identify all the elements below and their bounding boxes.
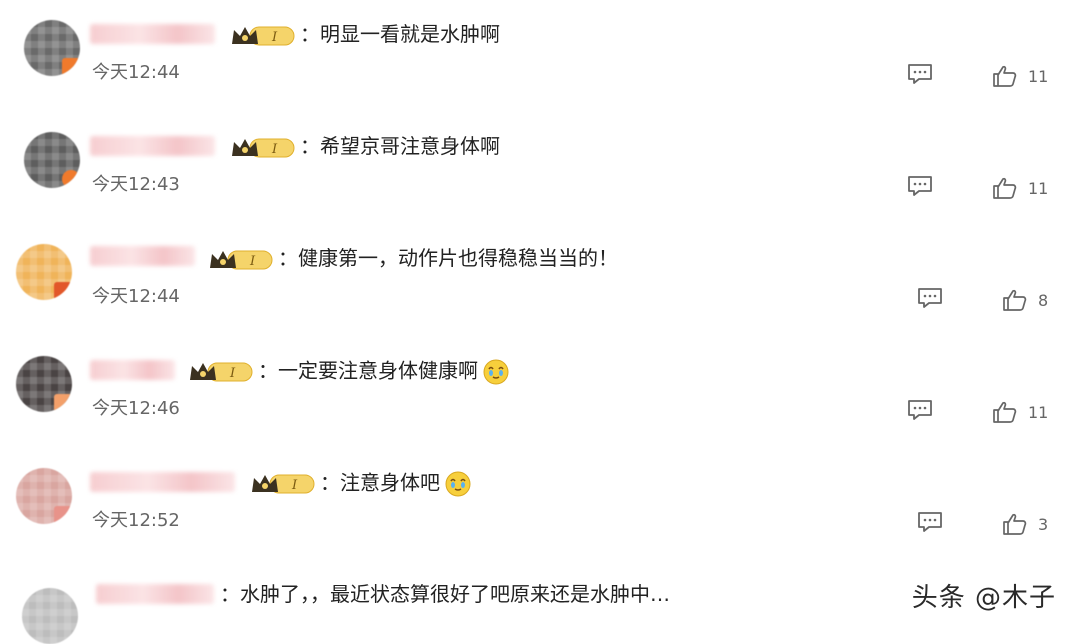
comment-time: 今天12:44 — [92, 286, 180, 307]
thumbs-up-icon — [1003, 289, 1027, 311]
avatar[interactable] — [24, 132, 80, 188]
comment-item: I ：注意身体吧 今天12:52 3 — [0, 448, 1080, 560]
comment-text: ：明显一看就是水肿啊 — [300, 22, 500, 46]
comment-text: ：水肿了，，最近状态算很好了吧原来还是水肿中… — [220, 582, 670, 606]
cute-face-emoji-icon — [483, 359, 509, 385]
like-button[interactable]: 8 — [1002, 288, 1048, 312]
avatar-badge — [62, 58, 80, 76]
like-button[interactable]: 11 — [992, 400, 1048, 424]
avatar[interactable] — [16, 244, 72, 300]
comment-reply-icon[interactable] — [906, 174, 934, 198]
comment-reply-icon[interactable] — [916, 510, 944, 534]
avatar[interactable] — [16, 356, 72, 412]
crown-level-text: I — [291, 478, 298, 493]
avatar-badge — [62, 170, 80, 188]
crown-level-badge-icon: I — [232, 26, 295, 46]
comment-time: 今天12:43 — [92, 174, 180, 195]
crown-level-text: I — [271, 142, 278, 157]
username-blurred[interactable] — [96, 584, 214, 604]
crown-level-badge-icon: I — [210, 250, 273, 270]
comment-text: ：注意身体吧 — [320, 470, 472, 498]
comment-time: 今天12:52 — [92, 510, 180, 531]
comment-text: ：希望京哥注意身体啊 — [300, 134, 500, 158]
crown-level-text: I — [229, 366, 236, 381]
like-count: 3 — [1038, 514, 1049, 534]
comment-item: I ：明显一看就是水肿啊 今天12:44 11 — [0, 0, 1080, 112]
thumbs-up-icon — [993, 177, 1017, 199]
username-blurred[interactable] — [90, 24, 215, 44]
crown-level-badge-icon: I — [232, 138, 295, 158]
comment-item: I ：一定要注意身体健康啊 今天12:46 11 — [0, 336, 1080, 448]
username-blurred[interactable] — [90, 246, 195, 266]
comment-reply-icon[interactable] — [906, 62, 934, 86]
like-button[interactable]: 3 — [1002, 512, 1048, 536]
thumbs-up-icon — [1003, 513, 1027, 535]
cute-face-emoji-icon — [445, 471, 471, 497]
comment-text-content: ：注意身体吧 — [320, 470, 440, 495]
comment-text: ：一定要注意身体健康啊 — [258, 358, 510, 386]
thumbs-up-icon — [993, 401, 1017, 423]
avatar-badge — [54, 282, 72, 300]
crown-level-text: I — [249, 254, 256, 269]
comment-text-content: ：一定要注意身体健康啊 — [258, 358, 478, 383]
avatar[interactable] — [16, 468, 72, 524]
comment-reply-icon[interactable] — [916, 286, 944, 310]
comment-time: 今天12:46 — [92, 398, 180, 419]
watermark: 头条 @木子 — [911, 583, 1056, 613]
like-count: 11 — [1028, 178, 1049, 198]
like-button[interactable]: 11 — [992, 64, 1048, 88]
thumbs-up-icon — [993, 65, 1017, 87]
username-blurred[interactable] — [90, 472, 235, 492]
avatar[interactable] — [24, 20, 80, 76]
comment-time: 今天12:44 — [92, 62, 180, 83]
comment-text: ：健康第一，动作片也得稳稳当当的！ — [278, 246, 618, 270]
like-count: 8 — [1038, 290, 1049, 310]
comment-item: I ：希望京哥注意身体啊 今天12:43 11 — [0, 112, 1080, 224]
crown-level-text: I — [271, 30, 278, 45]
avatar-badge — [54, 506, 72, 524]
avatar[interactable] — [22, 588, 78, 644]
comment-reply-icon[interactable] — [906, 398, 934, 422]
crown-level-badge-icon: I — [190, 362, 253, 382]
username-blurred[interactable] — [90, 136, 215, 156]
avatar-badge — [54, 394, 72, 412]
like-count: 11 — [1028, 402, 1049, 422]
like-button[interactable]: 11 — [992, 176, 1048, 200]
comment-item: I ：健康第一，动作片也得稳稳当当的！ 今天12:44 8 — [0, 224, 1080, 336]
like-count: 11 — [1028, 66, 1049, 86]
crown-level-badge-icon: I — [252, 474, 315, 494]
username-blurred[interactable] — [90, 360, 175, 380]
